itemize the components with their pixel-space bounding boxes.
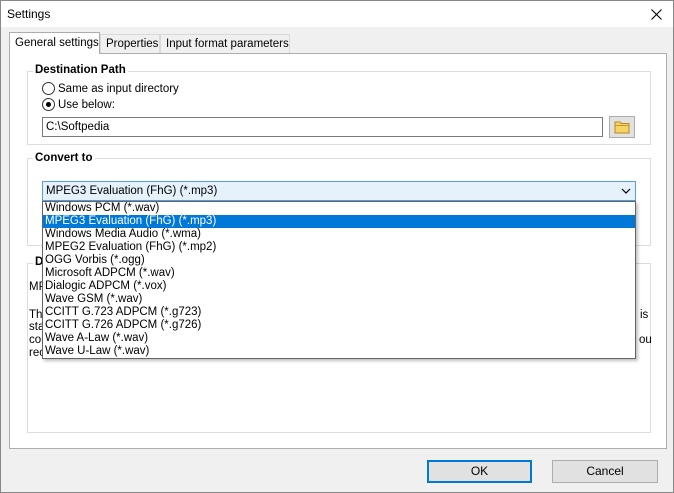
cancel-button[interactable]: Cancel	[552, 460, 658, 483]
tab-properties[interactable]: Properties	[100, 34, 160, 53]
destination-path-title: Destination Path	[33, 64, 128, 76]
tab-label: Input format parameters	[166, 38, 289, 50]
tab-label: Properties	[106, 38, 159, 50]
description-line: is	[640, 309, 649, 321]
dropdown-option[interactable]: Dialogic ADPCM (*.vox)	[43, 280, 635, 293]
description-line: ou	[639, 334, 652, 346]
dropdown-option[interactable]: Windows PCM (*.wav)	[43, 202, 635, 215]
dropdown-option[interactable]: MPEG3 Evaluation (FhG) (*.mp3)	[43, 215, 635, 228]
settings-window: Settings General settings Properties Inp…	[0, 0, 674, 493]
dropdown-option[interactable]: Windows Media Audio (*.wma)	[43, 228, 635, 241]
window-title: Settings	[7, 7, 51, 21]
dropdown-option[interactable]: Wave A-Law (*.wav)	[43, 332, 635, 345]
radio-same-as-input[interactable]: Same as input directory	[42, 82, 179, 95]
dropdown-option[interactable]: CCITT G.726 ADPCM (*.g726)	[43, 319, 635, 332]
format-select-value: MPEG3 Evaluation (FhG) (*.mp3)	[46, 185, 218, 197]
dropdown-option[interactable]: OGG Vorbis (*.ogg)	[43, 254, 635, 267]
destination-path-input[interactable]	[42, 117, 603, 137]
radio-button[interactable]	[42, 98, 55, 111]
dropdown-option[interactable]: CCITT G.723 ADPCM (*.g723)	[43, 306, 635, 319]
ok-button[interactable]: OK	[427, 460, 532, 483]
dropdown-option[interactable]: Wave U-Law (*.wav)	[43, 345, 635, 358]
format-select[interactable]: MPEG3 Evaluation (FhG) (*.mp3)	[42, 181, 636, 201]
chevron-down-icon	[621, 188, 631, 194]
format-dropdown-list[interactable]: Windows PCM (*.wav) MPEG3 Evaluation (Fh…	[42, 201, 636, 359]
tab-label: General settings	[15, 37, 99, 49]
dropdown-option[interactable]: Wave GSM (*.wav)	[43, 293, 635, 306]
tab-general-settings[interactable]: General settings	[9, 32, 100, 54]
folder-icon	[614, 121, 630, 134]
dropdown-option[interactable]: MPEG2 Evaluation (FhG) (*.mp2)	[43, 241, 635, 254]
convert-to-title: Convert to	[33, 152, 95, 164]
radio-use-below[interactable]: Use below:	[42, 98, 115, 111]
close-icon	[650, 8, 662, 20]
radio-label: Same as input directory	[58, 82, 179, 95]
dropdown-option[interactable]: Microsoft ADPCM (*.wav)	[43, 267, 635, 280]
title-bar: Settings	[1, 1, 673, 27]
browse-folder-button[interactable]	[609, 116, 635, 138]
radio-label: Use below:	[58, 98, 115, 111]
tab-input-format-parameters[interactable]: Input format parameters	[160, 34, 290, 53]
close-button[interactable]	[639, 1, 673, 27]
radio-button[interactable]	[42, 82, 55, 95]
